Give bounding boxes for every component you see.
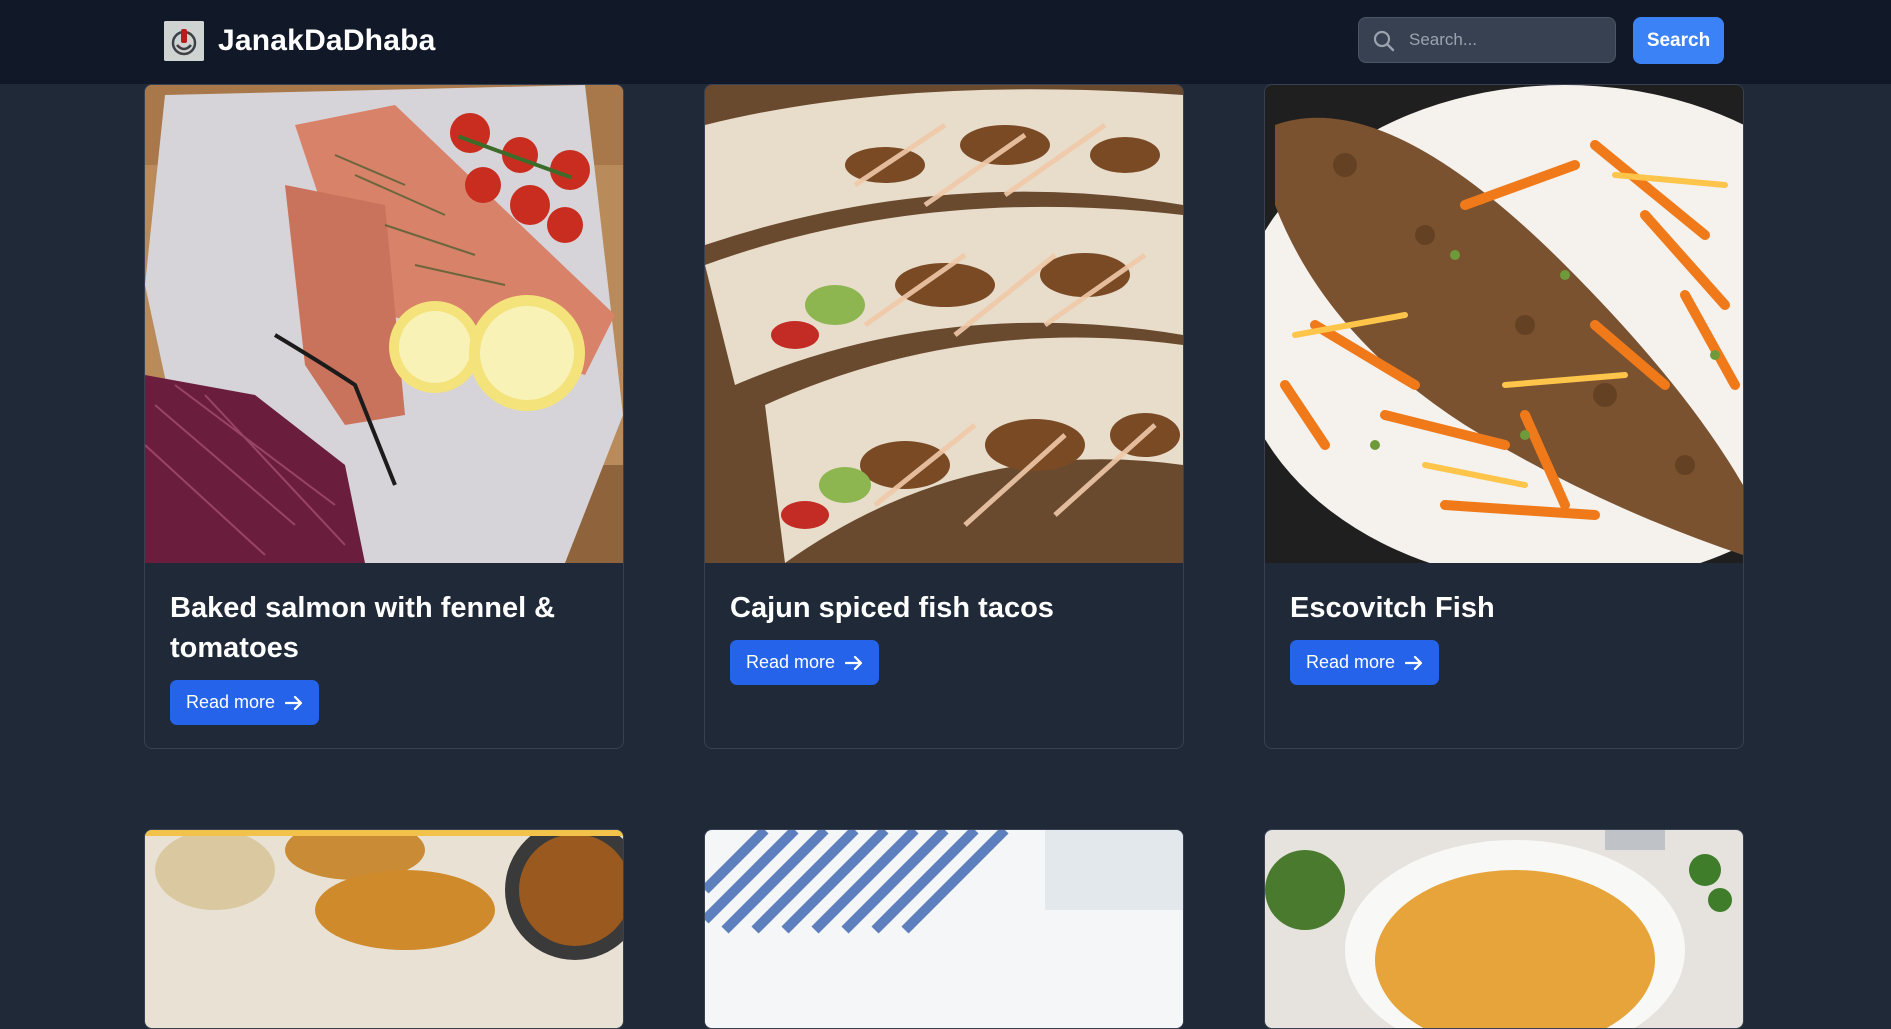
search-button[interactable]: Search [1633,17,1724,64]
fish-tacos-image[interactable] [705,85,1183,563]
card-title[interactable]: Baked salmon with fennel & tomatoes [170,588,598,668]
recipe-card: Baked salmon with fennel & tomatoes Read… [144,84,624,749]
read-more-button[interactable]: Read more [170,680,320,725]
search-icon [1372,29,1396,58]
recipe-card [144,829,624,1029]
escovitch-fish-image[interactable] [1265,85,1743,563]
arrow-right-icon [285,695,303,710]
read-more-button[interactable]: Read more [1290,640,1440,685]
recipe-card: Cajun spiced fish tacos Read more [704,84,1184,749]
baked-salmon-image[interactable] [145,85,623,563]
brand[interactable]: JanakDaDhaba [164,21,436,61]
recipe-card: Escovitch Fish Read more [1264,84,1744,749]
blue-striped-cloth-image[interactable] [705,830,1183,1028]
arrow-right-icon [845,655,863,670]
card-title[interactable]: Escovitch Fish [1290,588,1718,628]
search-box[interactable] [1358,17,1616,63]
read-more-label: Read more [746,652,836,672]
recipe-card [704,829,1184,1029]
read-more-label: Read more [1306,652,1396,672]
fish-cakes-image[interactable] [145,830,623,1028]
soup-bowl-image[interactable] [1265,830,1743,1028]
navbar: JanakDaDhaba Search [0,0,1891,84]
site-logo-icon[interactable] [164,21,204,61]
read-more-button[interactable]: Read more [730,640,880,685]
brand-name[interactable]: JanakDaDhaba [218,24,436,58]
read-more-label: Read more [186,692,276,712]
recipe-card [1264,829,1744,1029]
arrow-right-icon [1405,655,1423,670]
search-input[interactable] [1409,18,1609,62]
card-title[interactable]: Cajun spiced fish tacos [730,588,1158,628]
